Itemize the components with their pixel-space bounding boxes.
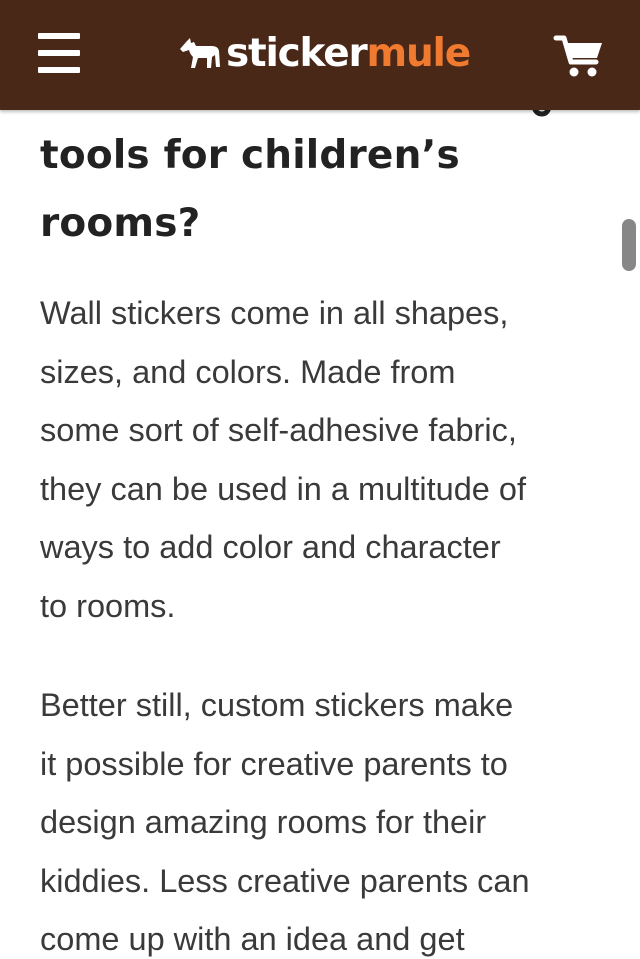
paragraph-line: they can be used in a multitude of — [40, 470, 527, 507]
heading-line: tools for children’s — [40, 133, 460, 178]
shopping-cart-icon — [552, 35, 608, 86]
logo-wordmark: stickermule — [226, 24, 472, 84]
logo-text-mule: mule — [366, 31, 472, 76]
paragraph-line: sizes, and colors. Made from — [40, 353, 456, 390]
article-paragraph: Better still, custom stickers make it po… — [40, 676, 620, 959]
paragraph-line: kiddies. Less creative parents can — [40, 862, 530, 899]
paragraph-line: ways to add color and character — [40, 529, 501, 565]
heading-line: rooms? — [40, 201, 201, 246]
scrollbar-thumb[interactable] — [622, 219, 636, 271]
paragraph-line: design amazing rooms for their — [40, 804, 487, 840]
article-content: tools for children’s rooms? Wall sticker… — [0, 0, 640, 959]
sticker-mule-logo[interactable]: stickermule — [178, 24, 472, 84]
site-header: stickermule — [0, 0, 640, 110]
paragraph-line: it possible for creative parents to — [40, 745, 508, 782]
mule-logo-icon — [178, 37, 222, 71]
article-heading: tools for children’s rooms? — [40, 122, 600, 258]
paragraph-line: Better still, custom stickers make — [40, 687, 514, 723]
paragraph-line: some sort of self-adhesive fabric, — [40, 412, 517, 448]
cart-button[interactable] — [552, 30, 608, 82]
article-paragraph: Wall stickers come in all shapes, sizes,… — [40, 284, 620, 635]
paragraph-line: Wall stickers come in all shapes, — [40, 295, 509, 331]
menu-button[interactable] — [30, 28, 86, 78]
logo-text-sticker: sticker — [226, 31, 368, 76]
paragraph-line: to rooms. — [40, 587, 176, 624]
paragraph-line: come up with an idea and get — [40, 921, 465, 957]
